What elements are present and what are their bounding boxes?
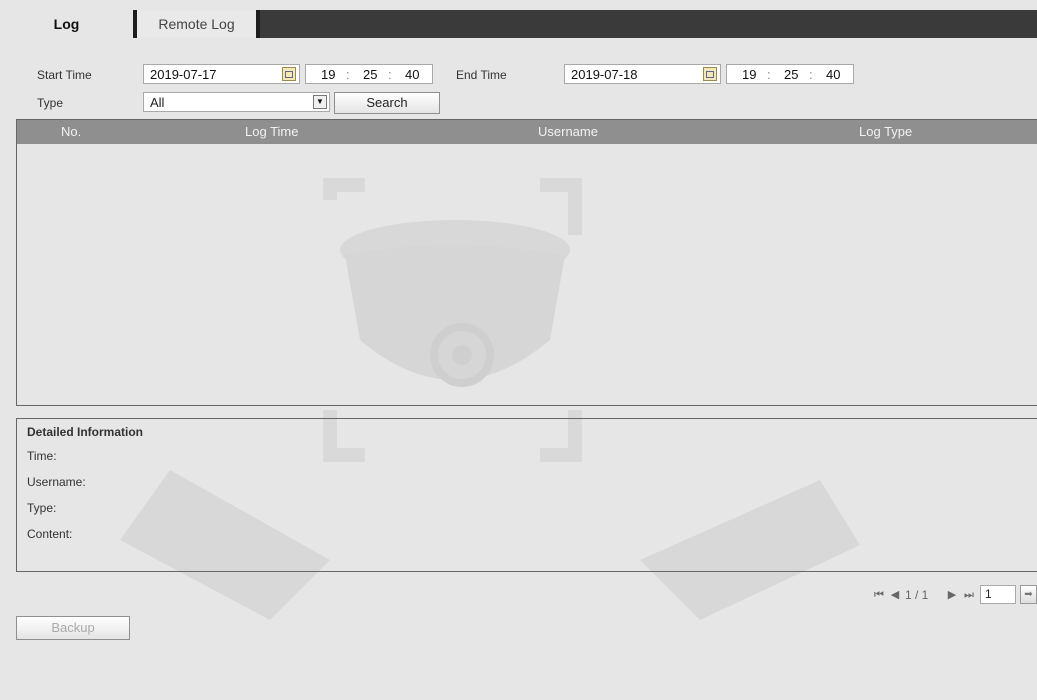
- end-date-value: 2019-07-18: [571, 67, 638, 82]
- start-date-field[interactable]: 2019-07-17: [143, 64, 300, 84]
- column-header-no[interactable]: No.: [61, 124, 81, 139]
- start-date-value: 2019-07-17: [150, 67, 217, 82]
- end-minute[interactable]: 25: [784, 67, 798, 82]
- next-page-icon[interactable]: ▶: [945, 588, 959, 602]
- end-date-field[interactable]: 2019-07-18: [564, 64, 721, 84]
- search-button[interactable]: Search: [334, 92, 440, 114]
- start-hour[interactable]: 19: [321, 67, 335, 82]
- start-time-field[interactable]: 19 : 25 : 40: [305, 64, 433, 84]
- type-select[interactable]: All ▼: [143, 92, 330, 112]
- detail-panel: Detailed Information Time: Username: Typ…: [16, 418, 1037, 572]
- detail-content-label: Content:: [27, 527, 73, 541]
- last-page-icon[interactable]: ⏭: [962, 588, 976, 602]
- time-separator: :: [809, 67, 813, 82]
- column-header-log-time[interactable]: Log Time: [245, 124, 298, 139]
- time-separator: :: [767, 67, 771, 82]
- column-header-log-type[interactable]: Log Type: [859, 124, 912, 139]
- prev-page-icon[interactable]: ◀: [888, 588, 902, 602]
- end-time-field[interactable]: 19 : 25 : 40: [726, 64, 854, 84]
- end-hour[interactable]: 19: [742, 67, 756, 82]
- start-minute[interactable]: 25: [363, 67, 377, 82]
- time-separator: :: [346, 67, 350, 82]
- end-second[interactable]: 40: [826, 67, 840, 82]
- column-header-username[interactable]: Username: [538, 124, 598, 139]
- tab-bar: Log Remote Log: [0, 10, 1037, 38]
- tab-remote-log[interactable]: Remote Log: [137, 10, 260, 38]
- start-time-label: Start Time: [37, 68, 92, 82]
- type-label: Type: [37, 96, 64, 110]
- tab-remote-log-label: Remote Log: [158, 16, 235, 32]
- table-header: No. Log Time Username Log Type: [17, 120, 1037, 144]
- detail-time-label: Time:: [27, 449, 57, 463]
- calendar-icon[interactable]: [703, 67, 717, 81]
- calendar-icon[interactable]: [282, 67, 296, 81]
- start-second[interactable]: 40: [405, 67, 419, 82]
- detail-username-label: Username:: [27, 475, 86, 489]
- chevron-down-icon[interactable]: ▼: [313, 95, 327, 109]
- backup-button[interactable]: Backup: [16, 616, 130, 640]
- detail-type-label: Type:: [27, 501, 57, 515]
- type-select-value: All: [150, 95, 165, 110]
- time-separator: :: [388, 67, 392, 82]
- detail-title: Detailed Information: [27, 425, 144, 439]
- go-arrow-icon[interactable]: ➡: [1020, 585, 1037, 604]
- end-time-label: End Time: [456, 68, 507, 82]
- page-number-input[interactable]: 1: [980, 585, 1016, 604]
- log-table: No. Log Time Username Log Type: [16, 119, 1037, 406]
- page-status: 1 / 1: [905, 588, 929, 602]
- first-page-icon[interactable]: ⏮: [872, 588, 886, 602]
- tab-log[interactable]: Log: [0, 10, 137, 38]
